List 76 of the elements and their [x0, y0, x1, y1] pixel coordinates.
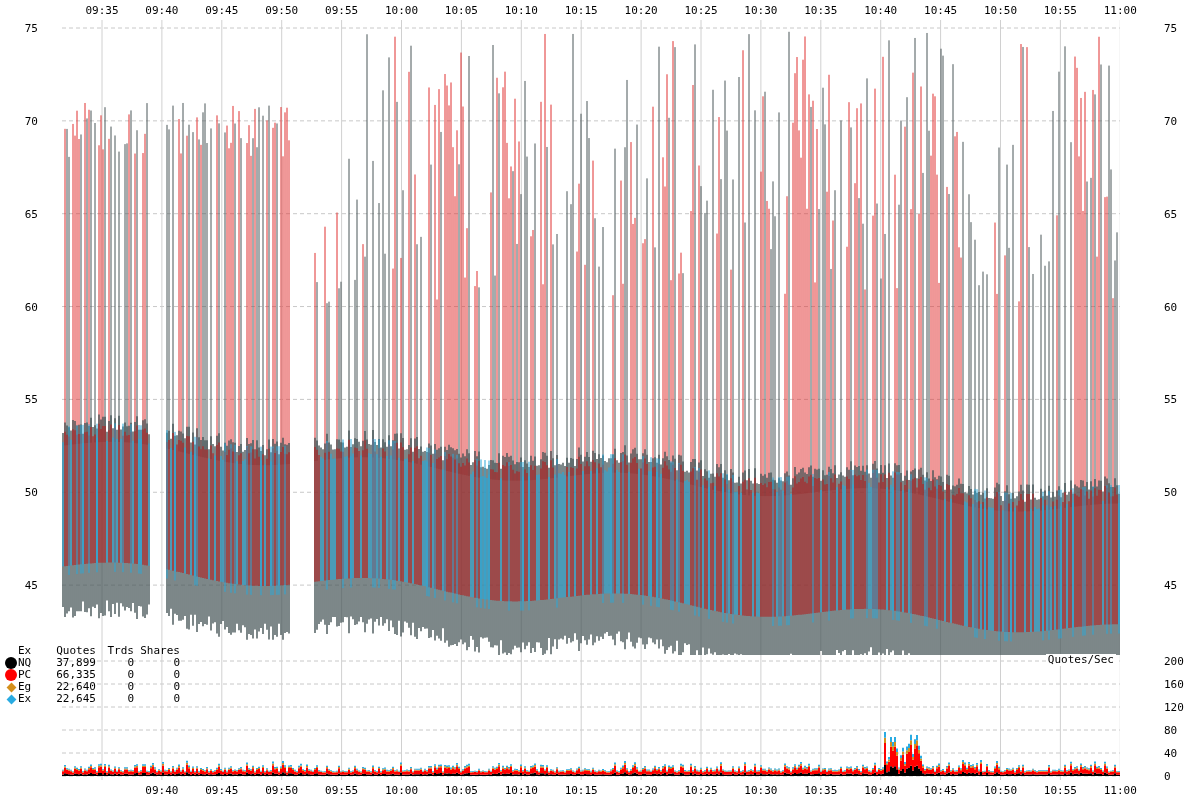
legend-header: Shares [139, 645, 180, 657]
legend-trades: 0 [126, 693, 134, 705]
time-label: 09:40 [145, 4, 179, 16]
time-label: 10:55 [1043, 4, 1077, 16]
time-label: 10:30 [744, 784, 778, 796]
legend-header: Trds [106, 645, 134, 657]
price-label: 65 [24, 208, 38, 220]
price-label: 45 [1164, 579, 1178, 591]
price-label: 70 [24, 115, 38, 127]
time-label: 10:10 [504, 784, 538, 796]
price-label: 65 [1164, 208, 1178, 220]
price-label: 45 [24, 579, 38, 591]
time-label: 09:55 [325, 4, 359, 16]
price-label: 50 [24, 486, 38, 498]
time-label: 10:35 [804, 4, 838, 16]
price-label: 60 [24, 301, 38, 313]
price-label: 70 [1164, 115, 1178, 127]
time-label: 10:45 [924, 4, 958, 16]
time-label: 10:05 [444, 4, 478, 16]
volume-label: 40 [1164, 747, 1178, 759]
time-label: 09:55 [325, 784, 359, 796]
time-label: 10:40 [864, 784, 898, 796]
price-label: 75 [24, 22, 38, 34]
legend-shares: 0 [172, 693, 180, 705]
price-label: 50 [1164, 486, 1178, 498]
legend-quotes: 22,645 [55, 693, 96, 705]
time-label: 09:40 [145, 784, 179, 796]
volume-label: 200 [1164, 655, 1184, 667]
time-label: 10:15 [564, 784, 598, 796]
volume-label: 160 [1164, 678, 1184, 690]
time-label: 10:55 [1043, 784, 1077, 796]
volume-label: 0 [1164, 770, 1171, 782]
time-label: 09:50 [265, 4, 299, 16]
time-label: 10:15 [564, 4, 598, 16]
time-label: 10:05 [444, 784, 478, 796]
legend-trades: 0 [126, 657, 134, 669]
time-label: 10:45 [924, 784, 958, 796]
time-label: 09:45 [205, 784, 239, 796]
time-label: 09:45 [205, 4, 239, 16]
legend-trades: 0 [126, 669, 134, 681]
legend-exchange: Eg [18, 681, 33, 693]
legend-quotes: 66,335 [55, 669, 96, 681]
legend-quotes: 37,899 [55, 657, 96, 669]
legend-exchange: Ex [18, 693, 33, 705]
price-label: 55 [1164, 393, 1178, 405]
time-label: 10:30 [744, 4, 778, 16]
legend-exchange: PC [18, 669, 33, 681]
time-label: 10:00 [384, 784, 419, 796]
time-label: 10:40 [864, 4, 898, 16]
time-label: 10:35 [804, 784, 838, 796]
time-label: 10:25 [684, 784, 718, 796]
time-label: 10:50 [983, 4, 1018, 16]
time-label: 11:00 [1103, 784, 1137, 796]
time-label: 09:50 [265, 784, 299, 796]
price-label: 60 [1164, 301, 1178, 313]
time-label: 10:00 [384, 4, 419, 16]
legend-trades: 0 [126, 681, 134, 693]
time-label: 11:00 [1103, 4, 1137, 16]
legend-exchange: NQ [18, 657, 33, 669]
legend-shares: 0 [172, 669, 180, 681]
volume-title: Quotes/Sec [1045, 654, 1116, 667]
legend-quotes: 22,640 [55, 681, 96, 693]
legend-header: Quotes [55, 645, 96, 657]
time-label: 09:35 [85, 4, 119, 16]
time-label: 10:10 [504, 4, 538, 16]
legend-header: Ex [18, 645, 33, 657]
legend-shares: 0 [172, 681, 180, 693]
time-label: 10:20 [624, 4, 658, 16]
price-label: 75 [1164, 22, 1178, 34]
price-label: 55 [24, 393, 38, 405]
time-label: 10:25 [684, 4, 718, 16]
volume-label: 120 [1164, 701, 1184, 713]
volume-label: 80 [1164, 724, 1178, 736]
legend-shares: 0 [172, 657, 180, 669]
time-label: 10:20 [624, 784, 658, 796]
time-label: 10:50 [983, 784, 1018, 796]
